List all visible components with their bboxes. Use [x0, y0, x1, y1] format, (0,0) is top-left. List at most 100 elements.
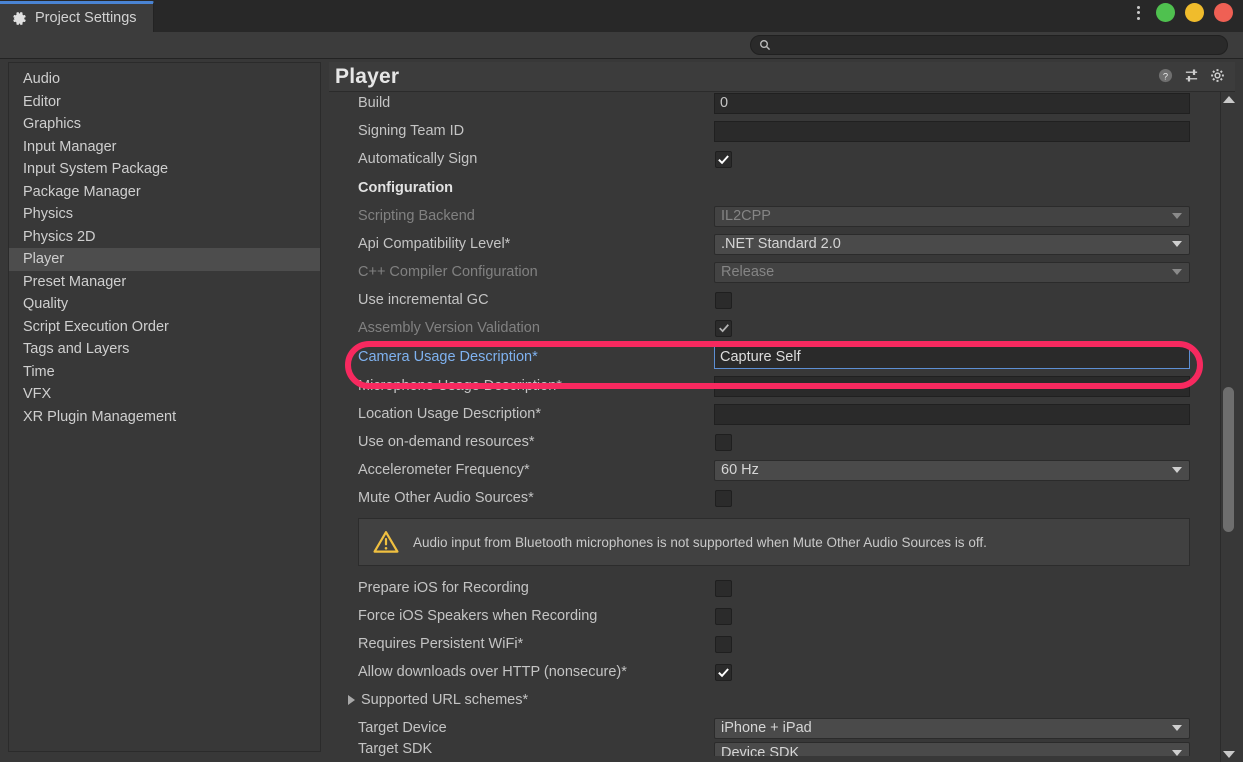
checkmark-icon	[717, 666, 730, 679]
sidebar-item-time[interactable]: Time	[9, 361, 320, 384]
chevron-down-icon	[1172, 725, 1182, 731]
sidebar-item-xr-plugin-management[interactable]: XR Plugin Management	[9, 406, 320, 429]
row-cpp-compiler-configuration: C++ Compiler Configuration Release	[329, 258, 1197, 286]
force-ios-speakers-checkbox[interactable]	[715, 608, 732, 625]
sidebar-item-label: Script Execution Order	[23, 319, 169, 335]
chevron-down-icon	[1172, 467, 1182, 473]
row-build: Build 0	[329, 92, 1197, 117]
row-force-ios-speakers-when-recording: Force iOS Speakers when Recording	[329, 602, 1197, 630]
sidebar-item-label: Physics 2D	[23, 229, 96, 245]
row-label: Microphone Usage Description*	[329, 378, 689, 394]
row-microphone-usage-description: Microphone Usage Description*	[329, 372, 1197, 400]
sidebar-item-label: Quality	[23, 296, 68, 312]
dropdown-value: .NET Standard 2.0	[721, 236, 841, 252]
scripting-backend-dropdown[interactable]: IL2CPP	[714, 206, 1190, 227]
target-sdk-dropdown[interactable]: Device SDK	[714, 742, 1190, 756]
sidebar-item-package-manager[interactable]: Package Manager	[9, 181, 320, 204]
row-label: Assembly Version Validation	[329, 320, 689, 336]
field-value: Capture Self	[720, 349, 801, 365]
settings-scroll-area[interactable]: Build 0 Signing Team ID Automatically Si…	[329, 92, 1235, 762]
settings-list: Build 0 Signing Team ID Automatically Si…	[329, 92, 1197, 756]
preset-icon[interactable]	[1184, 68, 1199, 83]
sidebar-item-preset-manager[interactable]: Preset Manager	[9, 271, 320, 294]
tab-project-settings[interactable]: Project Settings	[0, 1, 154, 32]
allow-downloads-over-http-checkbox[interactable]	[715, 664, 732, 681]
window-controls	[1131, 3, 1233, 22]
sidebar-item-label: XR Plugin Management	[23, 409, 176, 425]
use-incremental-gc-checkbox[interactable]	[715, 292, 732, 309]
mute-other-audio-sources-checkbox[interactable]	[715, 490, 732, 507]
sidebar-item-script-execution-order[interactable]: Script Execution Order	[9, 316, 320, 339]
chevron-down-icon	[1172, 241, 1182, 247]
row-api-compatibility-level: Api Compatibility Level* .NET Standard 2…	[329, 230, 1197, 258]
automatically-sign-checkbox[interactable]	[715, 151, 732, 168]
gear-icon[interactable]	[1210, 68, 1225, 83]
sidebar-item-input-system-package[interactable]: Input System Package	[9, 158, 320, 181]
close-button[interactable]	[1214, 3, 1233, 22]
prepare-ios-for-recording-checkbox[interactable]	[715, 580, 732, 597]
row-signing-team-id: Signing Team ID	[329, 117, 1197, 145]
sidebar-item-label: Time	[23, 364, 55, 380]
row-label: Camera Usage Description*	[329, 349, 689, 365]
settings-category-sidebar[interactable]: Audio Editor Graphics Input Manager Inpu…	[8, 62, 321, 752]
use-on-demand-resources-checkbox[interactable]	[715, 434, 732, 451]
row-automatically-sign: Automatically Sign	[329, 145, 1197, 173]
scrollbar-thumb[interactable]	[1223, 387, 1234, 532]
search-toolbar	[0, 32, 1243, 59]
microphone-usage-description-input[interactable]	[714, 376, 1190, 397]
dropdown-value: iPhone + iPad	[721, 720, 812, 736]
sidebar-item-physics-2d[interactable]: Physics 2D	[9, 226, 320, 249]
target-device-dropdown[interactable]: iPhone + iPad	[714, 718, 1190, 739]
search-field-container[interactable]	[750, 35, 1228, 55]
row-label: Scripting Backend	[329, 208, 689, 224]
chevron-down-icon	[1172, 213, 1182, 219]
row-supported-url-schemes[interactable]: Supported URL schemes*	[329, 686, 1197, 714]
maximize-button[interactable]	[1185, 3, 1204, 22]
window-titlebar: Project Settings	[0, 0, 1243, 32]
search-input[interactable]	[776, 38, 1206, 52]
scroll-up-arrow-icon[interactable]	[1223, 96, 1235, 103]
row-label: Supported URL schemes*	[361, 692, 528, 708]
sidebar-item-label: VFX	[23, 386, 51, 402]
sidebar-item-physics[interactable]: Physics	[9, 203, 320, 226]
sidebar-item-label: Tags and Layers	[23, 341, 129, 357]
assembly-version-validation-checkbox[interactable]	[715, 320, 732, 337]
checkmark-icon	[718, 322, 730, 334]
checkmark-icon	[717, 153, 730, 166]
row-target-sdk: Target SDK Device SDK	[329, 742, 1197, 756]
row-label: Target SDK	[329, 742, 689, 756]
vertical-scrollbar[interactable]	[1220, 92, 1235, 762]
row-location-usage-description: Location Usage Description*	[329, 400, 1197, 428]
sidebar-item-editor[interactable]: Editor	[9, 91, 320, 114]
sidebar-item-input-manager[interactable]: Input Manager	[9, 136, 320, 159]
row-assembly-version-validation: Assembly Version Validation	[329, 314, 1197, 342]
row-label: Api Compatibility Level*	[329, 236, 689, 252]
camera-usage-description-input[interactable]: Capture Self	[714, 346, 1190, 369]
sidebar-item-tags-and-layers[interactable]: Tags and Layers	[9, 338, 320, 361]
sidebar-item-graphics[interactable]: Graphics	[9, 113, 320, 136]
kebab-menu-icon[interactable]	[1131, 6, 1146, 20]
row-label: C++ Compiler Configuration	[329, 264, 689, 280]
minimize-button[interactable]	[1156, 3, 1175, 22]
api-compatibility-dropdown[interactable]: .NET Standard 2.0	[714, 234, 1190, 255]
cpp-compiler-dropdown[interactable]: Release	[714, 262, 1190, 283]
sidebar-item-player[interactable]: Player	[9, 248, 320, 271]
chevron-right-icon[interactable]	[348, 695, 355, 705]
sidebar-item-label: Input System Package	[23, 161, 168, 177]
sidebar-item-quality[interactable]: Quality	[9, 293, 320, 316]
location-usage-description-input[interactable]	[714, 404, 1190, 425]
gear-icon	[12, 11, 27, 26]
dropdown-value: Device SDK	[721, 745, 799, 757]
sidebar-item-vfx[interactable]: VFX	[9, 383, 320, 406]
row-prepare-ios-for-recording: Prepare iOS for Recording	[329, 574, 1197, 602]
sidebar-item-audio[interactable]: Audio	[9, 68, 320, 91]
accelerometer-frequency-dropdown[interactable]: 60 Hz	[714, 460, 1190, 481]
help-icon[interactable]: ?	[1158, 68, 1173, 83]
dropdown-value: 60 Hz	[721, 462, 759, 478]
signing-team-id-input[interactable]	[714, 121, 1190, 142]
scroll-down-arrow-icon[interactable]	[1223, 751, 1235, 758]
requires-persistent-wifi-checkbox[interactable]	[715, 636, 732, 653]
row-mute-other-audio-sources: Mute Other Audio Sources*	[329, 484, 1197, 512]
sidebar-item-label: Editor	[23, 94, 61, 110]
build-input[interactable]: 0	[714, 93, 1190, 114]
